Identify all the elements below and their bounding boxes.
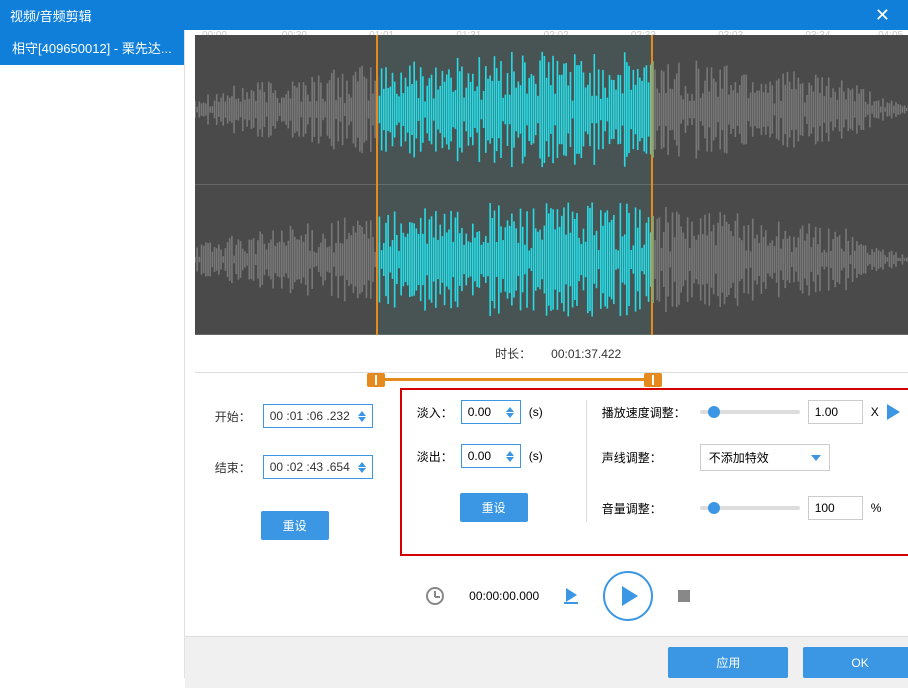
spin-down-icon[interactable] [506,457,514,462]
start-time-input[interactable]: 00 :01 :06 .232 [263,404,373,428]
start-label: 开始： [215,408,251,425]
stop-button[interactable] [678,590,690,602]
ok-button[interactable]: OK [803,647,908,678]
play-preview-icon[interactable] [887,404,900,420]
duration-label: 时长： [495,345,531,362]
effects-panel: 淡入： 0.00 (s) 淡出： 0.00 [400,388,908,556]
volume-label: 音量调整： [602,500,692,517]
fade-out-label: 淡出： [417,448,453,465]
fade-in-unit: (s) [529,405,543,419]
chevron-down-icon [811,455,821,461]
playback-time: 00:00:00.000 [469,589,539,603]
spin-up-icon[interactable] [358,411,366,416]
spin-up-icon[interactable] [358,462,366,467]
fade-in-input[interactable]: 0.00 [461,400,521,424]
spin-down-icon[interactable] [358,468,366,473]
play-icon [622,586,638,606]
window-title: 视频/音频剪辑 [10,6,92,25]
play-button[interactable] [603,571,653,621]
end-label: 结束： [215,459,251,476]
apply-button[interactable]: 应用 [668,647,788,678]
range-handle-start[interactable] [367,373,385,387]
spin-down-icon[interactable] [358,417,366,422]
sidebar-item-track[interactable]: 相守[409650012] - 栗先达... [0,30,184,65]
fade-reset-button[interactable]: 重设 [460,493,528,522]
trim-reset-button[interactable]: 重设 [261,511,329,540]
clock-icon [426,587,444,605]
export-icon[interactable] [564,588,578,604]
spin-down-icon[interactable] [506,413,514,418]
range-handle-end[interactable] [644,373,662,387]
voice-select[interactable]: 不添加特效 [700,444,830,471]
waveform-top-icon [195,35,908,184]
voice-label: 声线调整： [602,449,692,466]
spin-up-icon[interactable] [506,451,514,456]
waveform-display[interactable] [195,35,908,335]
duration-bar: 时长： 00:01:37.422 [195,335,908,373]
speed-suffix: X [871,405,879,419]
volume-input[interactable]: 100 [808,496,863,520]
fade-in-label: 淡入： [417,404,453,421]
footer-bar: 应用 OK [185,636,908,688]
close-icon[interactable]: ✕ [867,5,898,26]
spin-up-icon[interactable] [506,407,514,412]
speed-input[interactable]: 1.00 [808,400,863,424]
sidebar: 相守[409650012] - 栗先达... [0,30,185,678]
fade-out-unit: (s) [529,449,543,463]
title-bar: 视频/音频剪辑 ✕ [0,0,908,30]
fade-out-input[interactable]: 0.00 [461,444,521,468]
volume-suffix: % [871,501,882,515]
end-time-input[interactable]: 00 :02 :43 .654 [263,455,373,479]
duration-value: 00:01:37.422 [551,347,621,361]
playback-bar: 00:00:00.000 [185,556,908,636]
speed-slider[interactable] [700,410,800,414]
waveform-bottom-icon [195,185,908,334]
volume-slider[interactable] [700,506,800,510]
speed-label: 播放速度调整： [602,404,692,421]
